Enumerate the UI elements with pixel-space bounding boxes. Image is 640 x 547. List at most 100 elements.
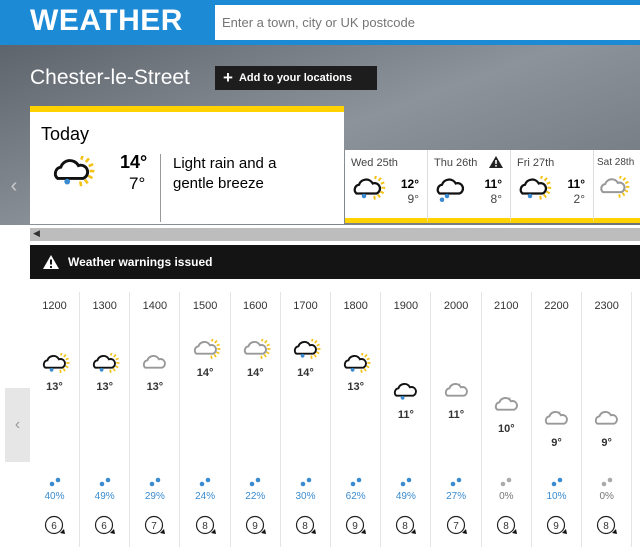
scroll-left-icon[interactable]: ◀ (33, 228, 40, 239)
hour-column[interactable]: 1600 14° 22% 9 (231, 292, 281, 547)
hour-temp: 9° (601, 437, 612, 449)
day-scrollbar[interactable]: ◀ (30, 228, 640, 241)
wind-speed: 8 (302, 521, 308, 532)
day-name: Fri 27th (517, 157, 555, 169)
hour-column[interactable]: 1400 13° 29% 7 (130, 292, 181, 547)
wind-direction-icon: 6 (95, 515, 116, 535)
hour-column[interactable]: 1900 11° 49% 8 (381, 292, 432, 547)
light-rain-sunny-intervals-icon (349, 174, 387, 209)
rain-chance: 30% (295, 491, 316, 502)
wind-direction-icon: 8 (597, 515, 618, 535)
hour-column[interactable]: 2000 11° 27% 7 (432, 292, 482, 547)
wind-direction-icon: 7 (446, 515, 467, 535)
light-rain-sun-icon (39, 352, 71, 381)
day-name: Thu 26th (434, 157, 478, 169)
hour-time: 2100 (494, 300, 519, 312)
weather-warnings-banner[interactable]: Weather warnings issued (30, 245, 640, 279)
wind-direction-icon: 9 (546, 515, 567, 535)
rain-chance: 62% (345, 491, 366, 502)
add-location-label: Add to your locations (238, 72, 352, 84)
wind-direction-icon: 9 (346, 515, 367, 535)
today-panel[interactable]: Today 14° 7° Light rain and a gentle bre… (30, 106, 344, 224)
heavy-rain-icon (432, 176, 470, 209)
wind-speed: 8 (403, 521, 409, 532)
hour-time: 1300 (92, 300, 117, 312)
chevron-left-icon[interactable]: ‹ (0, 150, 28, 223)
hour-column[interactable]: 1300 13° 49% 6 (80, 292, 131, 547)
rain-chance: 49% (94, 491, 115, 502)
hour-temp: 10° (497, 423, 515, 435)
hour-column[interactable]: 2200 9° 10% 9 (532, 292, 582, 547)
hour-temp: 13° (146, 381, 164, 393)
hour-column[interactable]: 1700 14° 30% 8 (281, 292, 331, 547)
wind-direction-icon: 6 (44, 515, 65, 535)
day-low: 9° (407, 192, 419, 206)
hour-time: 1500 (192, 300, 218, 312)
add-location-button[interactable]: + Add to your locations (215, 66, 377, 90)
hour-time: 1600 (243, 300, 268, 312)
day-high: 11° (567, 177, 585, 191)
day-tab[interactable]: Sat 28th (594, 150, 640, 223)
cloud-moon-icon (441, 381, 473, 409)
today-description: Light rain and a gentle breeze (173, 155, 277, 192)
hour-column[interactable]: 2300 9° 0% 8 (582, 292, 633, 547)
hour-temp: 11° (448, 409, 465, 421)
light-cloud-icon (591, 409, 623, 437)
wind-speed: 8 (603, 521, 609, 532)
hour-time: 1400 (142, 300, 168, 312)
hour-column[interactable]: 1200 13° 40% 6 (30, 292, 80, 547)
divider (160, 154, 161, 222)
hour-temp: 9° (551, 437, 562, 449)
rain-chance: 27% (446, 491, 467, 502)
light-rain-sun-icon (340, 352, 372, 381)
rain-chance: 0% (599, 491, 614, 502)
sunny-intervals-icon (240, 338, 272, 367)
warning-icon (43, 255, 59, 269)
hour-time: 1200 (42, 300, 67, 312)
wind-speed: 7 (453, 521, 459, 532)
light-rain-sun-icon (89, 352, 121, 381)
wind-speed: 6 (51, 521, 57, 532)
rain-chance: 10% (546, 491, 567, 502)
day-tab[interactable]: Thu 26th 11° 8° (428, 150, 511, 223)
warnings-label: Weather warnings issued (68, 255, 213, 269)
wind-direction-icon: 8 (295, 515, 316, 535)
hour-temp: 13° (46, 381, 63, 393)
rain-chance: 22% (245, 491, 266, 502)
hour-time: 1700 (293, 300, 318, 312)
light-rain-sunny-intervals-icon (48, 154, 96, 196)
day-tab[interactable]: Fri 27th 11° 2° (511, 150, 594, 223)
hour-temp: 14° (196, 367, 214, 379)
hour-time: 1800 (343, 300, 368, 312)
wind-direction-icon: 8 (396, 515, 417, 535)
hour-temp: 11° (397, 409, 414, 421)
hour-time: 2300 (594, 300, 619, 312)
warning-icon (489, 156, 503, 168)
hour-time: 1900 (393, 300, 419, 312)
weather-logo[interactable]: WEATHER (30, 4, 183, 38)
hour-column[interactable]: 1500 14° 24% 8 (181, 292, 231, 547)
wind-direction-icon: 7 (145, 515, 166, 535)
plus-icon: + (223, 68, 233, 87)
search-input[interactable] (215, 5, 640, 40)
day-low: 2° (573, 192, 585, 206)
day-name: Wed 25th (351, 157, 398, 169)
light-cloud-icon (139, 353, 171, 381)
wind-speed: 6 (101, 521, 107, 532)
wind-direction-icon: 8 (195, 515, 216, 535)
today-low: 7° (129, 174, 146, 193)
sunny-intervals-icon (190, 338, 222, 367)
today-label: Today (41, 124, 90, 144)
wind-speed: 7 (152, 521, 158, 532)
light-rain-sun-icon (290, 338, 322, 367)
rain-chance: 0% (499, 491, 514, 502)
hour-time: 2000 (443, 300, 469, 312)
day-tab[interactable]: Wed 25th 12° 9° (345, 150, 428, 223)
hour-column[interactable]: 1800 13° 62% 9 (331, 292, 382, 547)
day-name: Sat 28th (597, 157, 635, 168)
hourly-prev-button[interactable]: ‹ (5, 388, 30, 462)
hour-temp: 13° (96, 381, 113, 393)
wind-direction-icon: 8 (496, 515, 517, 535)
hour-column[interactable]: 2100 10° 0% 8 (482, 292, 532, 547)
cloud-moon-icon (541, 409, 573, 437)
